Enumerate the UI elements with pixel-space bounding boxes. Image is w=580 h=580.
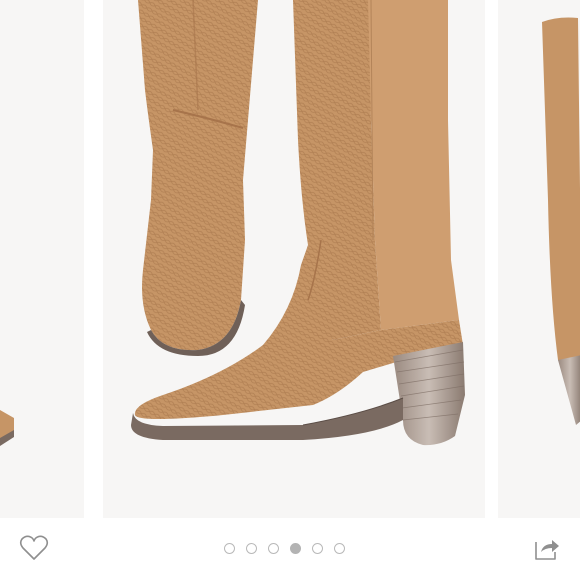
previous-photo[interactable] xyxy=(0,0,84,518)
pagination-dot-1[interactable] xyxy=(224,542,235,554)
boot-shaft-fragment xyxy=(542,17,580,380)
share-button[interactable] xyxy=(530,532,562,564)
like-button[interactable] xyxy=(18,532,50,564)
boots-image xyxy=(131,0,465,446)
pagination-dot-2[interactable] xyxy=(246,542,257,554)
photo-toolbar xyxy=(0,518,580,580)
pagination-dot-5[interactable] xyxy=(312,542,323,554)
photo-pagination xyxy=(224,541,345,555)
photo-carousel[interactable] xyxy=(0,0,580,518)
main-product-photo[interactable] xyxy=(103,0,485,518)
share-arrow-icon xyxy=(535,540,559,560)
back-boot xyxy=(138,0,258,356)
pagination-dot-3[interactable] xyxy=(268,542,279,554)
pagination-dot-6[interactable] xyxy=(334,542,345,554)
heart-outline-icon xyxy=(19,535,49,560)
pagination-dot-4-active[interactable] xyxy=(290,542,301,554)
next-photo[interactable] xyxy=(498,0,580,518)
